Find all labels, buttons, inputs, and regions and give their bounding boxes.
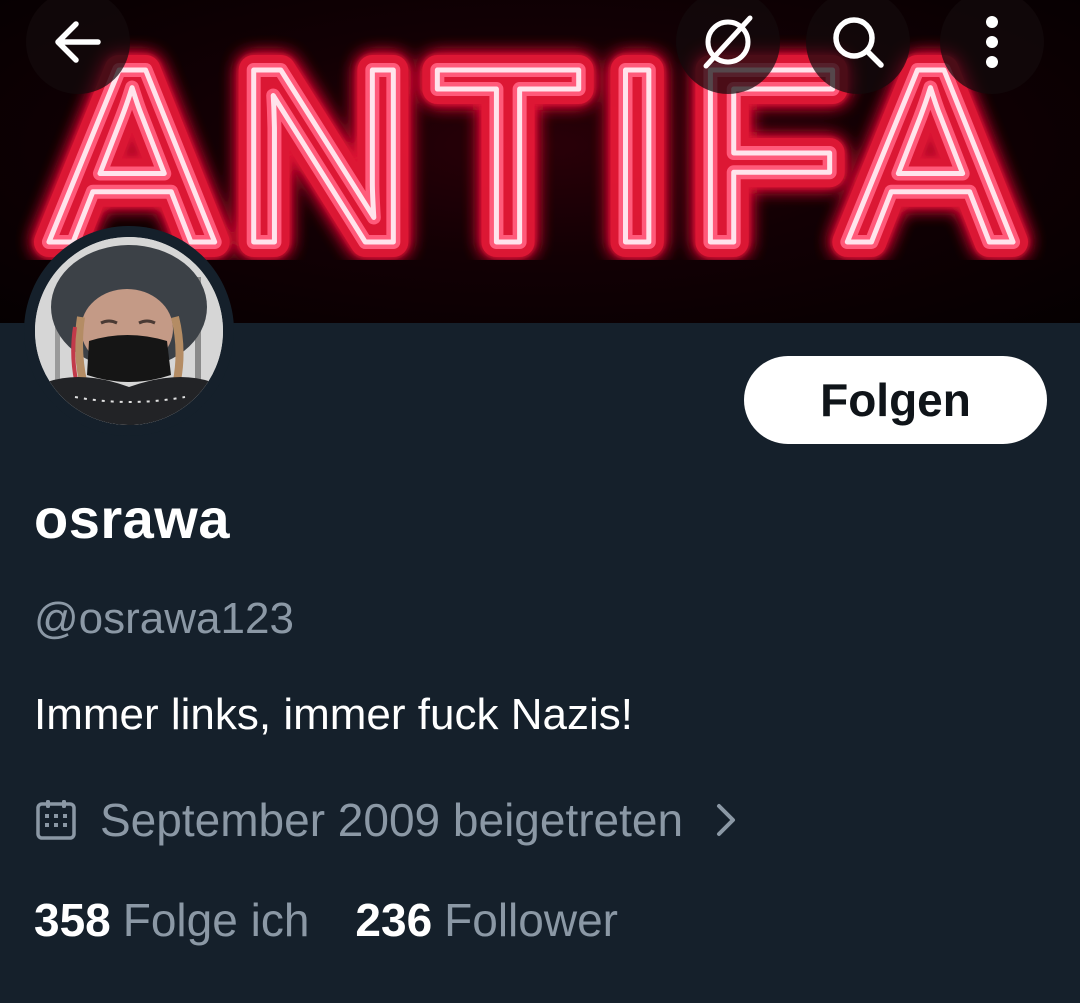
profile-bio: Immer links, immer fuck Nazis! (34, 690, 633, 739)
banner-neon-text: ANTIFA ANTIFA ANTIFA (33, 30, 1028, 260)
avatar-photo (35, 237, 223, 425)
following-count: 358 (34, 894, 111, 946)
following-label: Folge ich (122, 894, 310, 946)
followers-count: 236 (355, 894, 433, 946)
following-stat[interactable]: 358 Folge ich (34, 893, 309, 947)
joined-date-row[interactable]: September 2009 beigetreten (34, 790, 741, 850)
followers-label: Follower (444, 894, 618, 946)
calendar-icon (36, 800, 76, 840)
avatar-ring (24, 226, 234, 436)
profile-screen: ANTIFA ANTIFA ANTIFA Folgen osrawa @osra… (0, 0, 1080, 1003)
arrow-left-icon (55, 21, 101, 63)
display-name: osrawa (34, 487, 230, 550)
username-handle: @osrawa123 (34, 594, 294, 643)
avatar[interactable] (35, 237, 223, 425)
joined-date-text: September 2009 beigetreten (100, 794, 684, 846)
followers-stat[interactable]: 236 Follower (355, 893, 618, 947)
follow-button[interactable]: Folgen (744, 356, 1047, 444)
more-vertical-icon (986, 16, 998, 68)
chevron-right-icon (717, 804, 736, 836)
no-symbol-icon (703, 15, 753, 69)
search-icon (833, 17, 884, 68)
follow-stats: 358 Folge ich 236 Follower (34, 890, 664, 950)
